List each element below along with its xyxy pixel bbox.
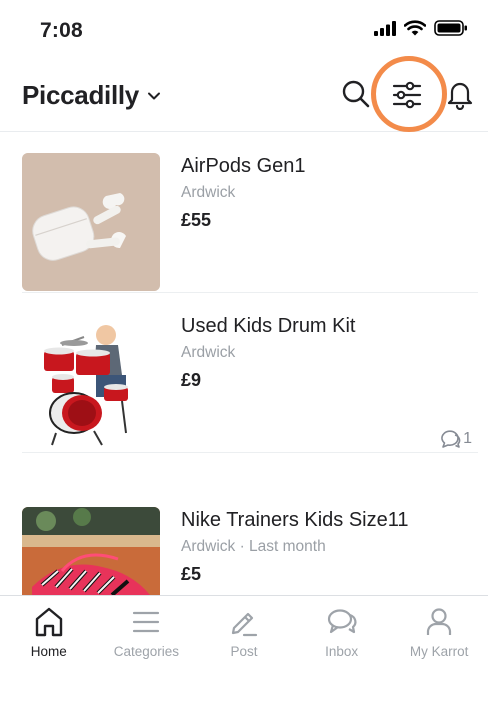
listing-title: Used Kids Drum Kit xyxy=(181,315,356,337)
listing-thumbnail xyxy=(22,507,160,595)
listing-item[interactable]: Used Kids Drum Kit Ardwick £9 1 xyxy=(22,293,478,453)
cellular-signal-icon xyxy=(374,20,396,36)
status-bar: 7:08 xyxy=(0,0,488,60)
menu-icon xyxy=(133,611,160,633)
pencil-icon xyxy=(231,612,258,637)
chat-icon xyxy=(327,609,357,634)
status-time: 7:08 xyxy=(40,19,83,42)
battery-icon xyxy=(434,20,467,36)
nav-label: Categories xyxy=(113,644,180,659)
chevron-down-icon xyxy=(147,92,160,99)
trainers-photo xyxy=(22,507,160,595)
filter-sliders-icon[interactable] xyxy=(391,79,423,111)
listing-item[interactable]: Nike Trainers Kids Size11 Ardwick · Last… xyxy=(22,487,478,595)
drum-kit-photo xyxy=(22,313,160,451)
nav-label: Home xyxy=(30,644,67,659)
chat-count: 1 xyxy=(439,429,472,449)
bell-icon[interactable] xyxy=(444,78,476,110)
listing-price: £9 xyxy=(181,370,202,390)
nav-label: Inbox xyxy=(325,644,359,659)
nav-tab-categories[interactable]: Categories xyxy=(98,596,196,671)
search-icon[interactable] xyxy=(340,78,372,110)
listing-title: AirPods Gen1 xyxy=(181,155,306,177)
status-icons xyxy=(374,20,468,36)
listing-price: £5 xyxy=(181,564,202,584)
airpods-photo xyxy=(22,153,160,291)
listing-meta: Ardwick · Last month xyxy=(181,538,326,555)
listing-meta: Ardwick xyxy=(181,184,236,201)
listing-price: £55 xyxy=(181,210,212,230)
home-icon xyxy=(35,607,62,637)
chat-count-value: 1 xyxy=(463,430,472,447)
nav-label: My Karrot xyxy=(409,644,469,659)
listing-title: Nike Trainers Kids Size11 xyxy=(181,509,409,531)
person-icon xyxy=(427,608,452,635)
app-header: Piccadilly xyxy=(0,56,488,132)
nav-tab-home[interactable]: Home xyxy=(0,596,98,671)
listing-feed[interactable]: AirPods Gen1 Ardwick £55 Used Kids Drum … xyxy=(0,133,488,595)
listing-meta: Ardwick xyxy=(181,344,236,361)
chat-bubbles-icon xyxy=(441,430,461,448)
location-name: Piccadilly xyxy=(22,80,139,110)
nav-tab-my-karrot[interactable]: My Karrot xyxy=(390,596,488,671)
bottom-nav: Home Categories Post Inbox My Karrot xyxy=(0,595,488,671)
listing-thumbnail xyxy=(22,313,160,451)
listing-item[interactable]: AirPods Gen1 Ardwick £55 xyxy=(22,133,478,293)
nav-tab-inbox[interactable]: Inbox xyxy=(293,596,391,671)
nav-tab-post[interactable]: Post xyxy=(195,596,293,671)
wifi-icon xyxy=(404,20,426,36)
location-selector[interactable]: Piccadilly xyxy=(22,80,161,111)
nav-label: Post xyxy=(230,644,258,659)
listing-thumbnail xyxy=(22,153,160,291)
